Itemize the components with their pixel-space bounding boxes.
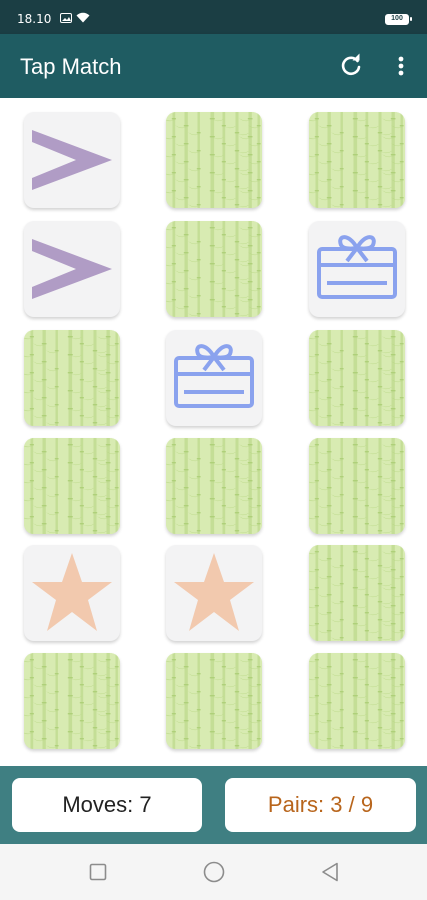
card-face-down[interactable] xyxy=(24,330,120,426)
nav-recents-button[interactable] xyxy=(86,860,110,884)
app-bar: Tap Match xyxy=(0,34,427,98)
bamboo-pattern-icon xyxy=(24,330,120,426)
more-vert-icon xyxy=(398,56,404,76)
card-face-up-gift[interactable] xyxy=(309,221,405,317)
card-face-down[interactable] xyxy=(166,221,262,317)
battery-icon: 100 xyxy=(385,14,412,25)
bamboo-pattern-icon xyxy=(166,653,262,749)
nav-back-icon xyxy=(322,862,338,882)
card-face-up-gift[interactable] xyxy=(166,330,262,426)
card-face-down[interactable] xyxy=(166,653,262,749)
card-face-up-star[interactable] xyxy=(24,545,120,641)
card-face-down[interactable] xyxy=(309,330,405,426)
system-nav-bar xyxy=(0,844,427,900)
card-face-down[interactable] xyxy=(309,545,405,641)
nav-home-icon xyxy=(203,861,225,883)
game-board xyxy=(0,98,427,766)
arrow-symbol-icon xyxy=(32,239,112,299)
wifi-icon xyxy=(76,12,90,23)
pairs-counter: Pairs: 3 / 9 xyxy=(225,778,416,832)
bamboo-pattern-icon xyxy=(24,438,120,534)
star-symbol-icon xyxy=(174,553,254,631)
gift-card-icon xyxy=(317,235,397,299)
card-face-down[interactable] xyxy=(24,438,120,534)
star-symbol-icon xyxy=(32,553,112,631)
status-time: 18.10 xyxy=(17,12,52,26)
card-face-up-arrow[interactable] xyxy=(24,112,120,208)
bamboo-pattern-icon xyxy=(309,653,405,749)
gift-card-icon xyxy=(174,344,254,408)
card-face-up-arrow[interactable] xyxy=(24,221,120,317)
nav-home-button[interactable] xyxy=(202,860,226,884)
arrow-symbol-icon xyxy=(32,130,112,190)
status-bar: 18.10 100 xyxy=(0,0,427,34)
refresh-button[interactable] xyxy=(337,52,365,80)
bamboo-pattern-icon xyxy=(166,438,262,534)
gallery-notification-icon xyxy=(60,12,72,23)
card-face-down[interactable] xyxy=(24,653,120,749)
status-icons xyxy=(60,12,90,23)
refresh-icon xyxy=(341,53,361,76)
more-options-button[interactable] xyxy=(390,52,412,80)
card-face-up-star[interactable] xyxy=(166,545,262,641)
bamboo-pattern-icon xyxy=(309,112,405,208)
card-face-down[interactable] xyxy=(309,112,405,208)
card-face-down[interactable] xyxy=(166,112,262,208)
moves-counter: Moves: 7 xyxy=(12,778,202,832)
nav-back-button[interactable] xyxy=(318,860,342,884)
bamboo-pattern-icon xyxy=(309,545,405,641)
bamboo-pattern-icon xyxy=(166,221,262,317)
app-title: Tap Match xyxy=(20,54,122,79)
score-bar: Moves: 7 Pairs: 3 / 9 xyxy=(0,766,427,844)
bamboo-pattern-icon xyxy=(309,330,405,426)
bamboo-pattern-icon xyxy=(24,653,120,749)
bamboo-pattern-icon xyxy=(166,112,262,208)
card-face-down[interactable] xyxy=(309,653,405,749)
card-face-down[interactable] xyxy=(166,438,262,534)
bamboo-pattern-icon xyxy=(309,438,405,534)
card-face-down[interactable] xyxy=(309,438,405,534)
nav-recents-icon xyxy=(89,863,107,881)
